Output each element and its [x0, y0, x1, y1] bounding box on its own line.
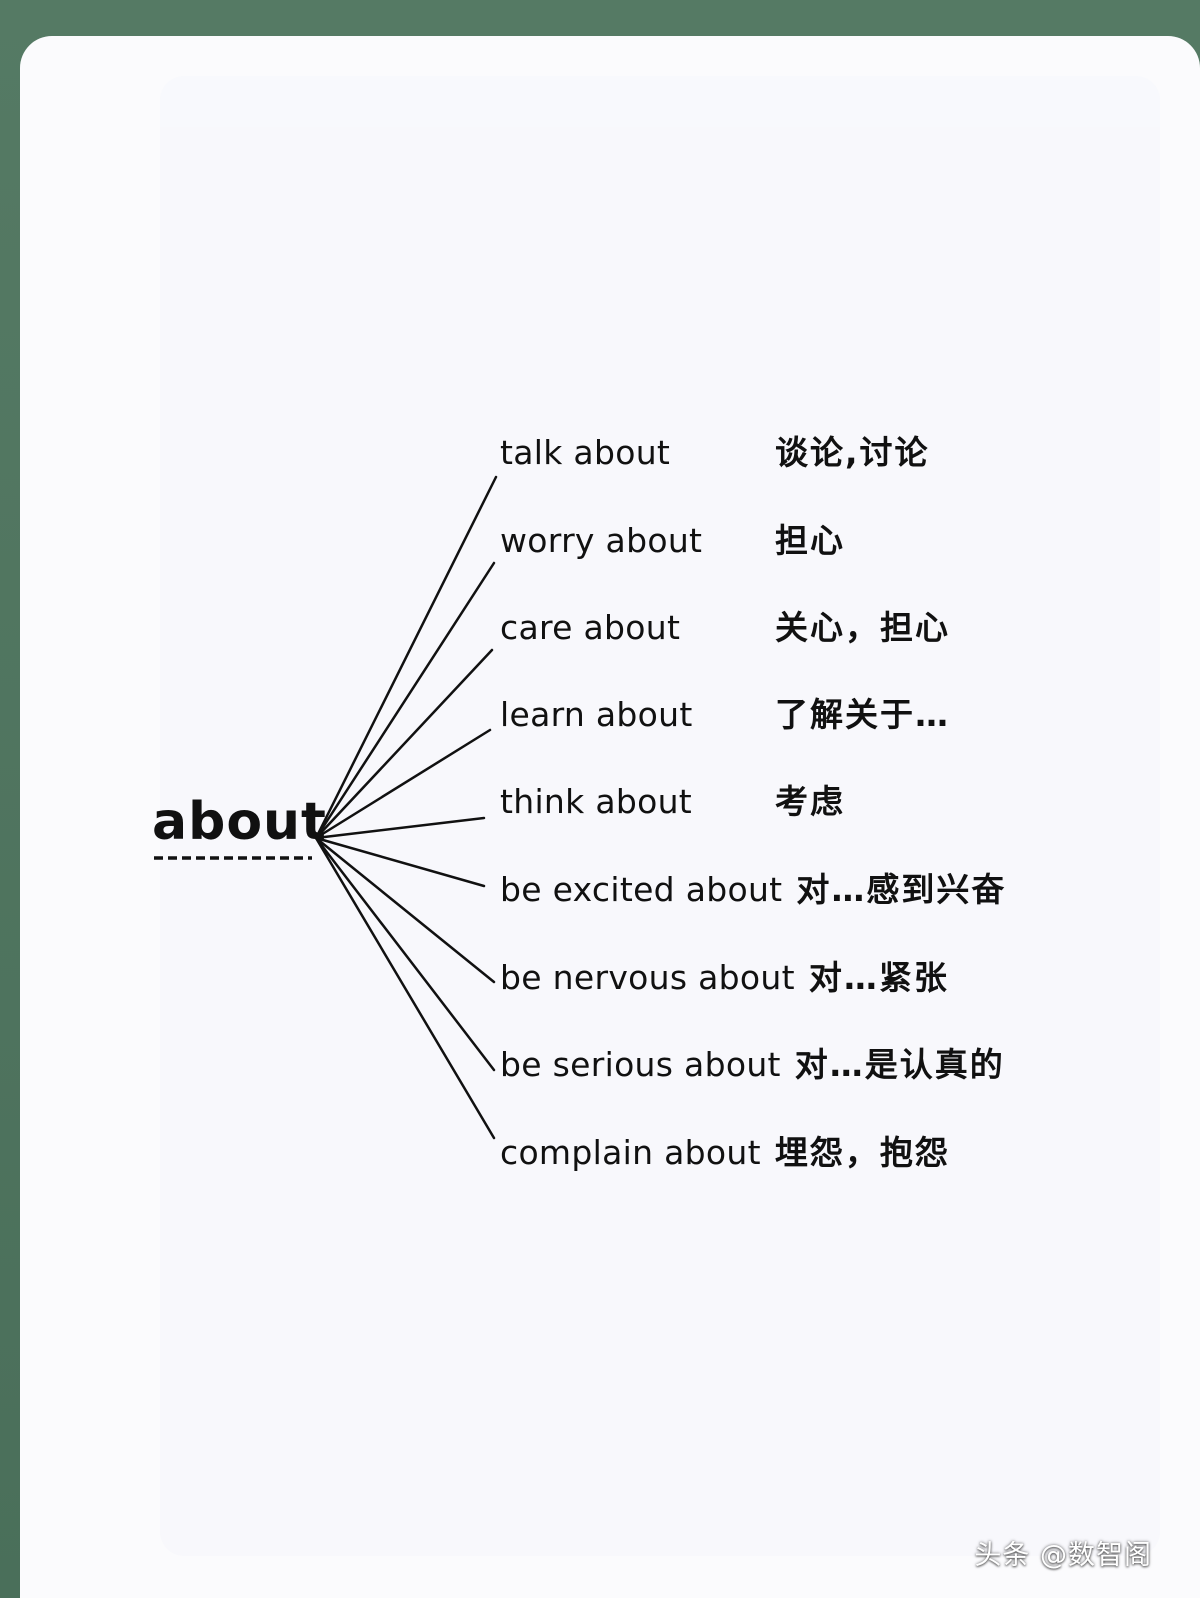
branch-meaning: 关心，担心: [775, 607, 950, 647]
connector-line-talk-about: [314, 475, 498, 840]
connector-line-be-serious-about: [314, 836, 496, 1072]
branch-phrase: talk about: [500, 432, 671, 472]
branch-be-nervous-about: be nervous about 对…紧张: [500, 953, 949, 1001]
branch-phrase: worry about: [500, 520, 703, 560]
branch-meaning: 担心: [775, 520, 845, 560]
branch-talk-about: talk about 谈论,讨论: [500, 428, 928, 476]
branch-meaning: 埋怨，抱怨: [774, 1132, 950, 1172]
branch-think-about: think about 考虑: [500, 777, 843, 825]
branch-phrase: complain about: [500, 1132, 761, 1172]
connector-line-worry-about: [314, 561, 496, 840]
branch-phrase: care about: [500, 607, 681, 647]
branch-phrase: think about: [500, 781, 693, 821]
branch-learn-about: learn about 了解关于…: [500, 690, 948, 738]
connector-line-be-nervous-about: [314, 836, 496, 984]
branch-phrase: be serious about: [500, 1044, 781, 1084]
branch-phrase: learn about: [500, 694, 693, 734]
branch-meaning: 了解关于…: [775, 694, 950, 734]
branch-meaning: 对…紧张: [808, 957, 949, 997]
branch-phrase: be nervous about: [500, 957, 795, 997]
branch-worry-about: worry about 担心: [500, 516, 843, 564]
branch-meaning: 考虑: [775, 781, 845, 821]
branch-be-excited-about: be excited about 对…感到兴奋: [500, 865, 1006, 913]
branch-phrase: be excited about: [500, 869, 783, 909]
branch-meaning: 谈论,讨论: [775, 432, 930, 472]
root-word: about: [152, 792, 327, 852]
branch-care-about: care about 关心，担心: [500, 603, 948, 651]
branch-be-serious-about: be serious about 对…是认真的: [500, 1040, 1005, 1088]
watermark-text: 头条 @数智阁: [974, 1540, 1152, 1571]
branch-meaning: 对…是认真的: [794, 1044, 1005, 1084]
branch-complain-about: complain about 埋怨，抱怨: [500, 1128, 950, 1176]
connector-line-complain-about: [314, 836, 496, 1140]
branch-meaning: 对…感到兴奋: [796, 869, 1007, 909]
